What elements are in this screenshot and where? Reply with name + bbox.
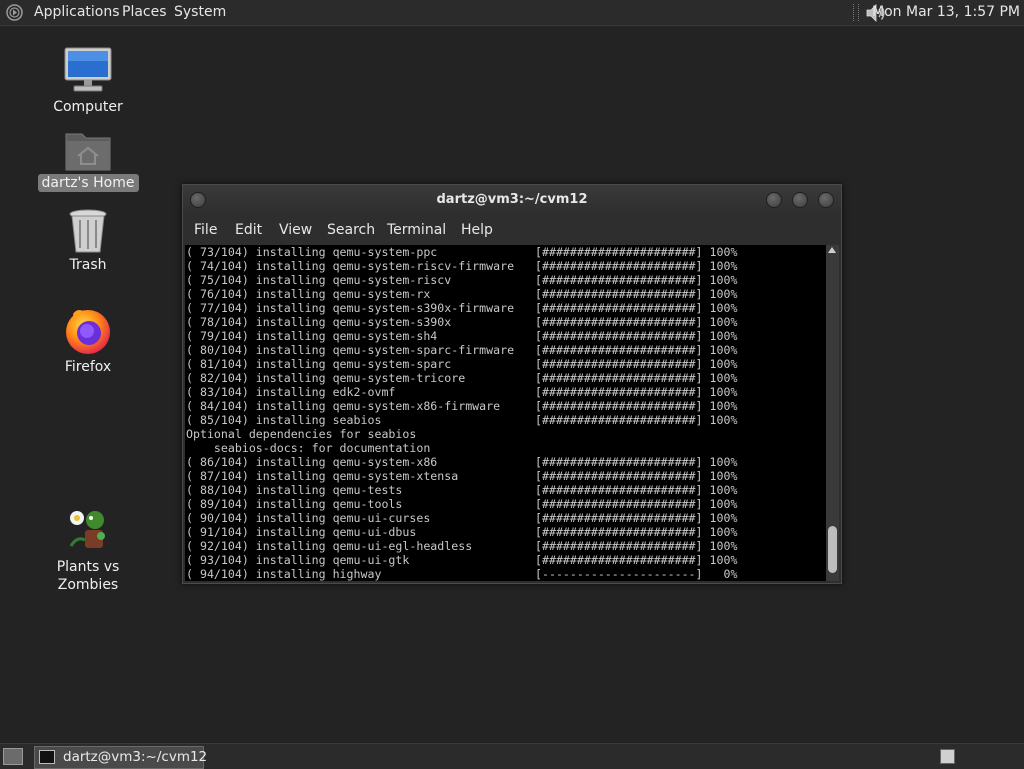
terminal-window: dartz@vm3:~/cvm12 File Edit View Search …: [182, 184, 842, 584]
menu-view[interactable]: View: [279, 215, 312, 245]
terminal-line: ( 84/104) installing qemu-system-x86-fir…: [186, 399, 738, 413]
terminal-line: ( 85/104) installing seabios [##########…: [186, 413, 738, 427]
terminal-line: ( 73/104) installing qemu-system-ppc [##…: [186, 245, 738, 259]
menu-edit[interactable]: Edit: [235, 215, 262, 245]
terminal-line: ( 81/104) installing qemu-system-sparc […: [186, 357, 738, 371]
show-desktop-icon[interactable]: [3, 748, 23, 765]
window-title: dartz@vm3:~/cvm12: [436, 192, 588, 207]
scrollbar[interactable]: [826, 245, 839, 581]
home-folder-icon: [65, 133, 111, 171]
terminal-line: ( 77/104) installing qemu-system-s390x-f…: [186, 301, 738, 315]
terminal-line: ( 74/104) installing qemu-system-riscv-f…: [186, 259, 738, 273]
terminal-line: ( 75/104) installing qemu-system-riscv […: [186, 273, 738, 287]
desktop-icon-home[interactable]: dartz's Home: [28, 128, 148, 192]
menu-help[interactable]: Help: [461, 215, 493, 245]
trash-icon: [69, 209, 107, 253]
terminal-line: ( 80/104) installing qemu-system-sparc-f…: [186, 343, 738, 357]
terminal-output[interactable]: ( 73/104) installing qemu-system-ppc [##…: [185, 245, 826, 581]
bottom-panel: dartz@vm3:~/cvm12: [0, 743, 1024, 769]
desktop-icon-firefox[interactable]: Firefox: [28, 306, 148, 376]
terminal-line: ( 94/104) installing highway [----------…: [186, 567, 738, 581]
workspace-switcher[interactable]: [940, 749, 955, 764]
desktop-icon-label: Plants vs Zombies: [56, 559, 120, 593]
menu-file[interactable]: File: [194, 215, 217, 245]
top-panel: Applications Places System Mon Mar 13, 1…: [0, 0, 1024, 26]
terminal-line: ( 92/104) installing qemu-ui-egl-headles…: [186, 539, 738, 553]
terminal-line: ( 93/104) installing qemu-ui-gtk [######…: [186, 553, 738, 567]
window-title-bar[interactable]: dartz@vm3:~/cvm12: [183, 185, 841, 215]
menu-terminal[interactable]: Terminal: [387, 215, 446, 245]
taskbar-button-label: dartz@vm3:~/cvm12: [63, 749, 208, 765]
menu-search[interactable]: Search: [327, 215, 375, 245]
terminal-line: ( 86/104) installing qemu-system-x86 [##…: [186, 455, 738, 469]
desktop-icon-trash[interactable]: Trash: [28, 208, 148, 274]
panel-separator: [853, 4, 859, 21]
terminal-line: ( 91/104) installing qemu-ui-dbus [#####…: [186, 525, 738, 539]
minimize-button[interactable]: [766, 192, 782, 208]
desktop-icon-label: Computer: [53, 99, 123, 115]
desktop-icon-label: Trash: [69, 257, 107, 273]
terminal-line: ( 79/104) installing qemu-system-sh4 [##…: [186, 329, 738, 343]
desktop-icon-computer[interactable]: Computer: [28, 44, 148, 116]
firefox-icon: [66, 310, 110, 354]
menu-applications[interactable]: Applications: [34, 0, 120, 25]
terminal-text: ( 73/104) installing qemu-system-ppc [##…: [185, 245, 826, 581]
plants-vs-zombies-icon: [69, 511, 105, 548]
desktop-icon-label: dartz's Home: [37, 174, 139, 192]
distro-logo-icon[interactable]: [6, 4, 23, 21]
close-button[interactable]: [818, 192, 834, 208]
menu-places[interactable]: Places: [122, 0, 167, 25]
computer-icon: [64, 47, 112, 92]
desktop-icon-plants-vs-zombies[interactable]: Plants vs Zombies: [28, 506, 148, 594]
terminal-line: ( 87/104) installing qemu-system-xtensa …: [186, 469, 738, 483]
terminal-line: ( 82/104) installing qemu-system-tricore…: [186, 371, 738, 385]
scrollbar-thumb[interactable]: [828, 526, 837, 573]
scroll-up-arrow-icon[interactable]: [828, 247, 836, 253]
terminal-line: seabios-docs: for documentation: [186, 441, 431, 455]
terminal-line: ( 78/104) installing qemu-system-s390x […: [186, 315, 738, 329]
terminal-line: ( 89/104) installing qemu-tools [#######…: [186, 497, 738, 511]
terminal-line: ( 88/104) installing qemu-tests [#######…: [186, 483, 738, 497]
menu-system[interactable]: System: [174, 0, 226, 25]
clock[interactable]: Mon Mar 13, 1:57 PM: [872, 0, 1020, 25]
terminal-line: ( 83/104) installing edk2-ovmf [########…: [186, 385, 738, 399]
desktop-icon-label: Firefox: [64, 359, 112, 375]
taskbar-button-terminal[interactable]: dartz@vm3:~/cvm12: [34, 746, 208, 769]
terminal-icon: [39, 750, 55, 764]
maximize-button[interactable]: [792, 192, 808, 208]
terminal-line: ( 90/104) installing qemu-ui-curses [###…: [186, 511, 738, 525]
terminal-menu-bar: File Edit View Search Terminal Help: [183, 215, 841, 245]
terminal-line: ( 76/104) installing qemu-system-rx [###…: [186, 287, 738, 301]
terminal-line: Optional dependencies for seabios: [186, 427, 417, 441]
